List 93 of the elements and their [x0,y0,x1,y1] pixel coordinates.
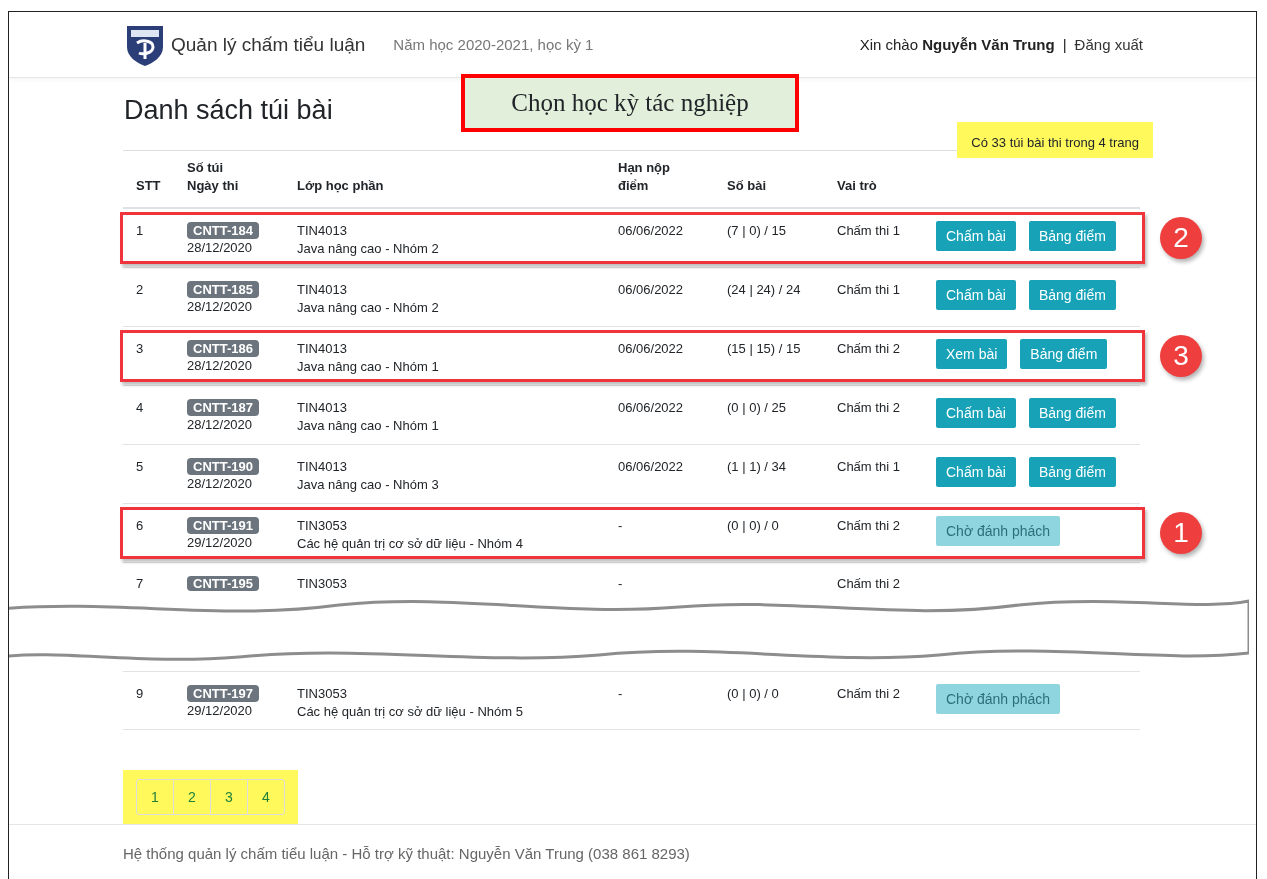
role-cell-text: Chấm thi 2 [836,517,901,536]
course-code: TIN4013 [297,399,347,418]
exam-date: 29/12/2020 [187,534,253,553]
summary-text: Có 33 túi bài thi trong 4 trang [957,122,1153,159]
action-button[interactable]: Chấm bài [936,280,1016,311]
bag-code-badge: CNTT-187 [187,399,259,417]
footer-text: Hệ thống quản lý chấm tiểu luận - Hỗ trợ kỹ thuật: Nguyễn Văn Trung (038 861 8293) [123,845,690,863]
row-number: 1 [135,222,145,241]
role-cell-text: Chấm thi 2 [836,685,901,704]
callout-number: 3 [1160,335,1202,378]
role-cell-text: Chấm thi 1 [836,281,901,300]
bag-code-badge: CNTT-191 [187,517,259,535]
deadline-cell-text: - [617,685,624,704]
logout-link[interactable]: Đăng xuất [1074,36,1143,54]
row-number: 3 [135,340,145,359]
course-name: Java nâng cao - Nhóm 1 [297,358,439,377]
deadline-cell-text: 06/06/2022 [617,399,685,418]
column-header: Vai trò [836,177,878,196]
exam-date: 28/12/2020 [187,416,253,435]
row-number: 2 [135,281,145,300]
page-link[interactable]: 2 [173,780,210,815]
count-cell-text: (15 | 15) / 15 [726,340,802,359]
action-button[interactable]: Bảng điểm [1028,398,1116,429]
course-code: TIN3053 [297,685,347,704]
course-name: Java nâng cao - Nhóm 3 [297,476,439,495]
action-button[interactable]: Bảng điểm [1028,280,1116,311]
bag-code-badge: CNTT-186 [187,340,259,358]
action-button[interactable]: Xem bài [936,339,1008,370]
app-title: Quản lý chấm tiểu luận [171,33,366,56]
page-title: Danh sách túi bài [124,95,333,127]
deadline-cell-text: - [617,575,624,594]
count-cell-text: (24 | 24) / 24 [726,281,802,300]
separator-text: | [1062,36,1067,54]
column-header: Số túi Ngày thi [186,159,240,196]
course-code: TIN3053 [297,576,347,592]
callout-number: 2 [1160,217,1202,260]
action-button[interactable]: Chấm bài [936,221,1016,252]
semester-label: Năm học 2020-2021, học kỳ 1 [393,36,594,54]
callout-number: 1 [1160,512,1202,555]
row-number: 9 [135,685,145,704]
course-code: TIN4013 [297,458,347,477]
annotation-callout: Chọn học kỳ tác nghiệp [461,74,799,132]
count-cell-text: (0 | 0) / 0 [726,517,780,536]
bag-code-badge: CNTT-185 [187,281,259,299]
course-name: Java nâng cao - Nhóm 1 [297,417,439,436]
greeting-text: Xin chào Nguyễn Văn Trung [859,36,1055,54]
exam-date: 28/12/2020 [187,239,253,258]
count-cell-text: (1 | 1) / 34 [726,458,787,477]
deadline-cell-text: 06/06/2022 [617,340,685,359]
exam-date: 29/12/2020 [187,702,253,721]
deadline-cell-text: - [617,517,624,536]
page-link[interactable]: 3 [210,780,247,815]
exam-date: 28/12/2020 [187,475,253,494]
role-cell-text: Chấm thi 2 [836,399,901,418]
row-number: 4 [135,399,145,418]
course-code: TIN4013 [297,222,347,241]
course-name: Các hệ quản trị cơ sở dữ liệu - Nhóm 4 [297,535,523,554]
course-name: Java nâng cao - Nhóm 2 [297,299,439,318]
role-cell-text: Chấm thi 1 [836,458,901,477]
action-button[interactable]: Chấm bài [936,457,1016,488]
action-button[interactable]: Bảng điểm [1020,339,1108,370]
row-number: 6 [135,517,145,536]
bag-code-badge: CNTT-195 [187,576,259,592]
count-cell-text: (0 | 0) / 0 [726,685,780,704]
count-cell-text: (7 | 0) / 15 [726,222,787,241]
action-button[interactable]: Bảng điểm [1028,457,1116,488]
page-link[interactable]: 1 [137,780,173,815]
bag-code-badge: CNTT-190 [187,458,259,476]
action-button[interactable]: Chấm bài [936,398,1016,429]
course-name: Các hệ quản trị cơ sở dữ liệu - Nhóm 5 [297,703,523,722]
bag-code-badge: CNTT-184 [187,222,259,240]
deadline-cell-text: 06/06/2022 [617,458,685,477]
count-cell-text: (0 | 0) / 25 [726,399,787,418]
course-code: TIN4013 [297,340,347,359]
action-button[interactable]: Bảng điểm [1028,221,1116,252]
exam-date: 28/12/2020 [187,357,253,376]
deadline-cell-text: 06/06/2022 [617,281,685,300]
column-header: Số bài [726,177,767,196]
column-header: STT [135,177,162,196]
course-name: Java nâng cao - Nhóm 2 [297,240,439,259]
exam-date: 28/12/2020 [187,298,253,317]
course-code: TIN3053 [297,517,347,536]
deadline-cell-text: 06/06/2022 [617,222,685,241]
column-header: Hạn nộp điểm [617,159,671,196]
row-number: 5 [135,458,145,477]
bag-code-badge: CNTT-197 [187,685,259,703]
column-header: Lớp học phần [296,177,385,196]
page-link[interactable]: 4 [247,780,284,815]
role-cell-text: Chấm thi 1 [836,222,901,241]
role-cell-text: Chấm thi 2 [836,340,901,359]
role-cell-text: Chấm thi 2 [836,575,901,594]
course-code: TIN4013 [297,281,347,300]
row-number: 7 [135,575,145,594]
